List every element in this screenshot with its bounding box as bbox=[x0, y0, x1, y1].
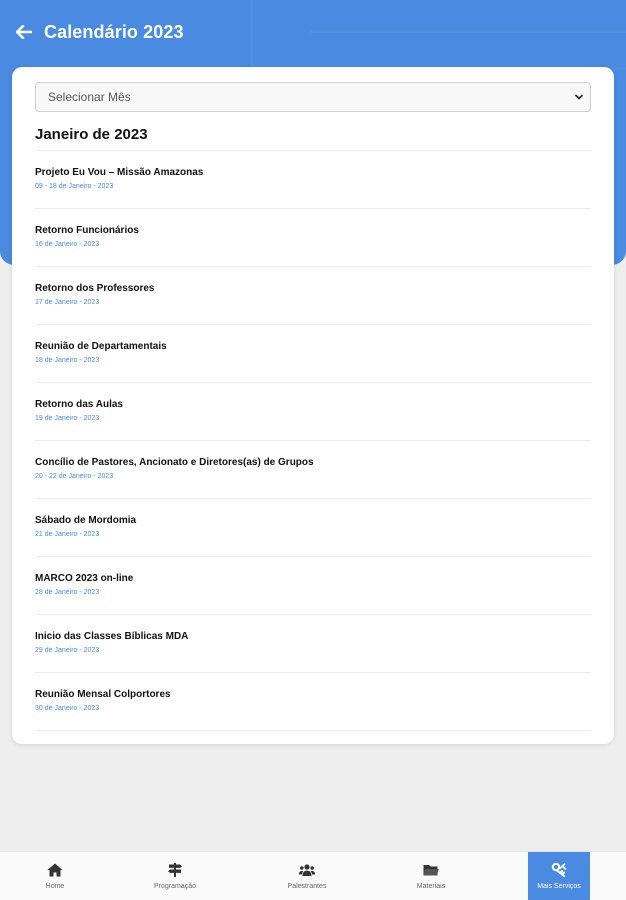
users-icon bbox=[299, 864, 315, 876]
event-item[interactable]: MARCO 2023 on-line 28 de Janeiro - 2023 bbox=[35, 556, 591, 614]
event-item[interactable]: Retorno Funcionários 16 de Janeiro - 202… bbox=[35, 208, 591, 266]
event-list: Projeto Eu Vou – Missão Amazonas 09 - 18… bbox=[35, 150, 591, 731]
event-item[interactable]: Sábado de Mordomia 21 de Janeiro - 2023 bbox=[35, 498, 591, 556]
nav-label: Mais Serviços bbox=[537, 883, 581, 890]
event-title: Projeto Eu Vou – Missão Amazonas bbox=[35, 167, 204, 178]
folder-icon bbox=[423, 865, 439, 876]
event-title: Reunião de Departamentais bbox=[35, 341, 167, 352]
month-select-label: Selecionar Mês bbox=[48, 90, 131, 104]
nav-label: Programação bbox=[153, 883, 197, 890]
event-item[interactable]: Projeto Eu Vou – Missão Amazonas 09 - 18… bbox=[35, 150, 591, 208]
event-item[interactable]: Retorno dos Professores 17 de Janeiro - … bbox=[35, 266, 591, 324]
event-date: 21 de Janeiro - 2023 bbox=[35, 531, 100, 538]
nav-item-materiais[interactable]: Materiais bbox=[400, 852, 462, 900]
nav-item-mais-servicos[interactable]: Mais Serviços bbox=[528, 852, 590, 900]
list-divider bbox=[35, 730, 591, 731]
nav-item-palestrantes[interactable]: Palestrantes bbox=[276, 852, 338, 900]
event-title: Sábado de Mordomia bbox=[35, 515, 137, 526]
event-date: 29 de Janeiro - 2023 bbox=[35, 647, 100, 654]
event-title: MARCO 2023 on-line bbox=[35, 573, 134, 584]
event-item[interactable]: Reunião Mensal Colportores 30 de Janeiro… bbox=[35, 672, 591, 730]
nav-item-home[interactable]: Home bbox=[24, 852, 86, 900]
bottom-navigation: Home Programação Palestrantes Materiais bbox=[0, 851, 626, 900]
nav-label: Palestrantes bbox=[287, 883, 327, 890]
event-date: 17 de Janeiro - 2023 bbox=[35, 299, 100, 306]
top-app-bar: Calendário 2023 bbox=[0, 0, 626, 64]
nav-label: Home bbox=[45, 883, 65, 890]
event-title: Retorno dos Professores bbox=[35, 283, 155, 294]
nav-label: Materiais bbox=[416, 883, 446, 890]
event-date: 09 - 18 de Janeiro - 2023 bbox=[35, 183, 114, 190]
event-date: 18 de Janeiro - 2023 bbox=[35, 357, 100, 364]
arrow-left-icon bbox=[16, 25, 32, 39]
event-item[interactable]: Inicio das Classes Bíblicas MDA 29 de Ja… bbox=[35, 614, 591, 672]
page-title: Calendário 2023 bbox=[44, 21, 184, 42]
event-title: Concílio de Pastores, Ancionato e Direto… bbox=[35, 457, 314, 468]
month-select[interactable]: Selecionar Mês bbox=[35, 82, 591, 112]
signpost-icon bbox=[168, 863, 182, 877]
calendar-card: Selecionar Mês Janeiro de 2023 Projeto E… bbox=[12, 67, 614, 744]
chevron-down-icon bbox=[575, 94, 583, 100]
nav-item-programacao[interactable]: Programação bbox=[144, 852, 206, 900]
event-item[interactable]: Reunião de Departamentais 18 de Janeiro … bbox=[35, 324, 591, 382]
event-date: 16 de Janeiro - 2023 bbox=[35, 241, 100, 248]
event-title: Retorno Funcionários bbox=[35, 225, 139, 236]
event-item[interactable]: Concílio de Pastores, Ancionato e Direto… bbox=[35, 440, 591, 498]
home-icon bbox=[47, 863, 63, 877]
event-title: Retorno das Aulas bbox=[35, 399, 123, 410]
month-heading: Janeiro de 2023 bbox=[35, 126, 148, 143]
event-item[interactable]: Retorno das Aulas 19 de Janeiro - 2023 bbox=[35, 382, 591, 440]
services-icon bbox=[551, 863, 567, 877]
event-title: Inicio das Classes Bíblicas MDA bbox=[35, 631, 189, 642]
event-date: 30 de Janeiro - 2023 bbox=[35, 705, 100, 712]
event-date: 19 de Janeiro - 2023 bbox=[35, 415, 100, 422]
event-date: 28 de Janeiro - 2023 bbox=[35, 589, 100, 596]
event-title: Reunião Mensal Colportores bbox=[35, 689, 171, 700]
back-button[interactable] bbox=[4, 12, 44, 52]
event-date: 20 - 22 de Janeiro - 2023 bbox=[35, 473, 114, 480]
